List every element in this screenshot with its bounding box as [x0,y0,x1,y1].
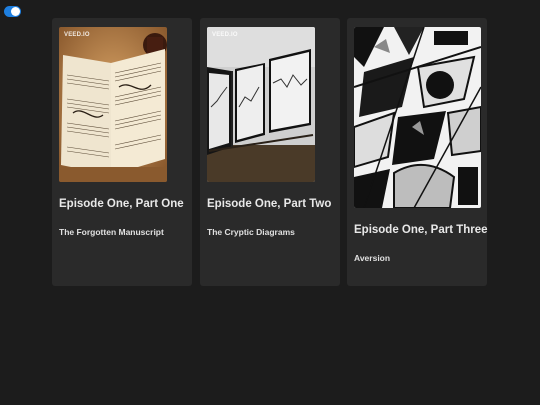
episode-title[interactable]: Episode One, Part Three [354,224,488,236]
episode-title[interactable]: Episode One, Part Two [207,198,331,210]
episode-subtitle: The Forgotten Manuscript [59,227,164,237]
toggle-switch[interactable] [4,6,21,17]
episode-subtitle: The Cryptic Diagrams [207,227,295,237]
episode-1-thumbnail[interactable]: VEED.IO [59,27,167,182]
episode-card-3[interactable]: Episode One, Part Three Aversion [347,18,488,286]
episode-card-2[interactable]: VEED.IO Episode One, Part Two The Crypti… [200,18,340,286]
episode-title[interactable]: Episode One, Part One [59,198,184,210]
episode-2-thumbnail[interactable]: VEED.IO [207,27,315,182]
watermark: VEED.IO [212,32,238,38]
watermark: VEED.IO [64,32,90,38]
sheet-music-image [59,27,167,182]
episode-card-1[interactable]: VEED.IO Episode One, Part One The Forgot… [52,18,192,286]
abstract-geometric-art-image [354,27,481,208]
diagrams-image [207,27,315,182]
episode-subtitle: Aversion [354,253,391,263]
toggle-knob [11,7,20,16]
episode-3-thumbnail[interactable] [354,27,481,208]
